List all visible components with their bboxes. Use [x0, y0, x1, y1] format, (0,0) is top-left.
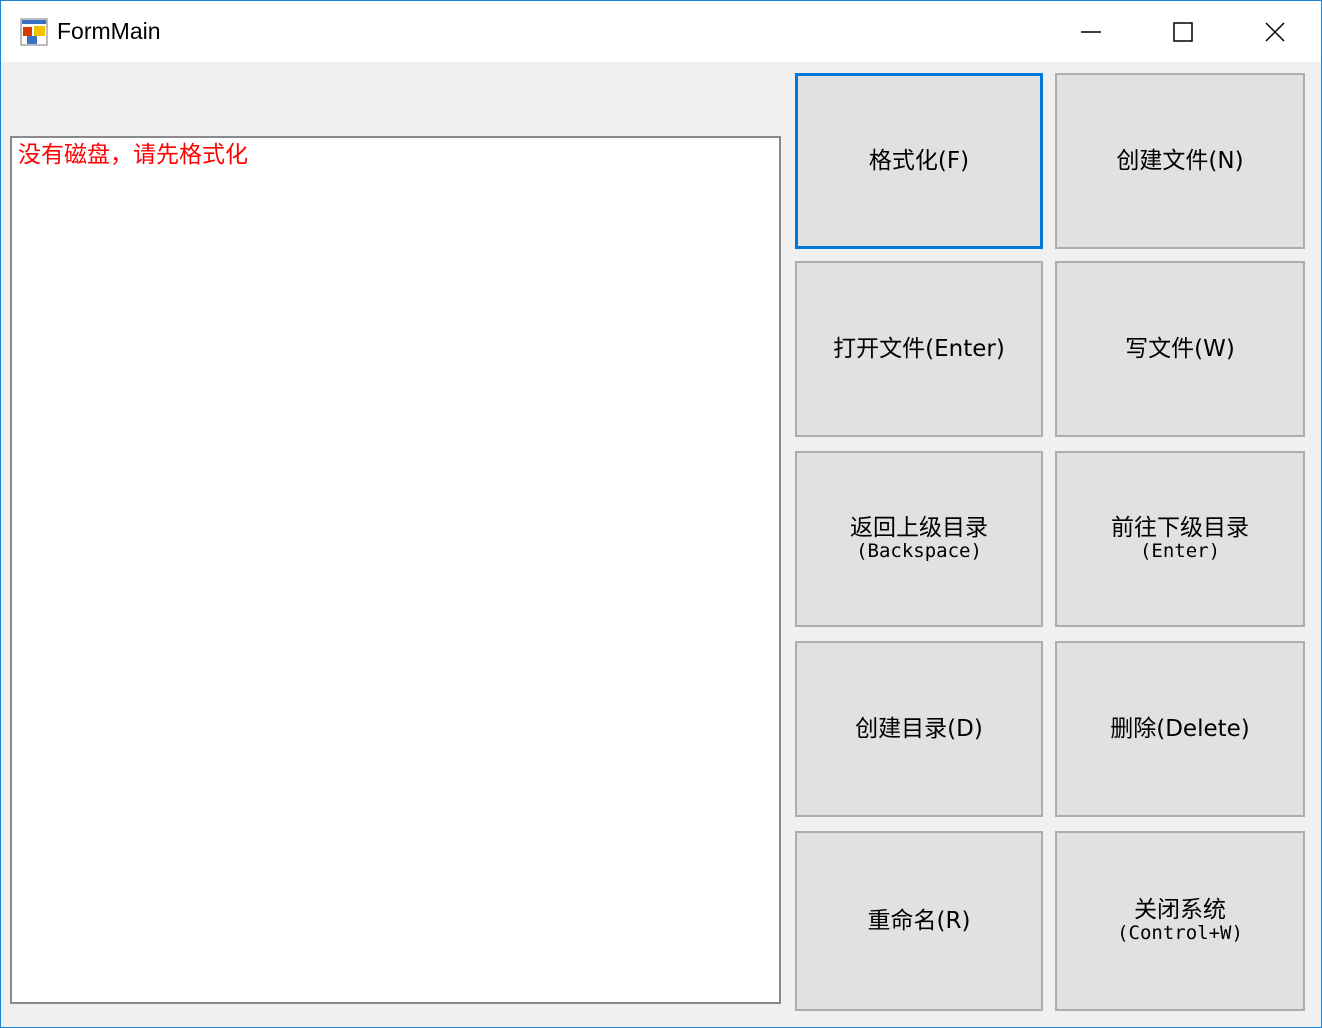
- close-system-button[interactable]: 关闭系统 (Control+W): [1055, 831, 1305, 1011]
- go-down-directory-label: 前往下级目录: [1111, 515, 1249, 541]
- go-up-directory-label: 返回上级目录: [850, 515, 988, 541]
- rename-button-label: 重命名(R): [867, 908, 971, 934]
- go-down-directory-shortcut: (Enter): [1139, 540, 1221, 562]
- write-file-button[interactable]: 写文件(W): [1055, 261, 1305, 437]
- windows-form-icon: [20, 18, 48, 46]
- minimize-icon: [1081, 30, 1101, 33]
- create-directory-button-label: 创建目录(D): [855, 716, 983, 742]
- output-textbox[interactable]: 没有磁盘，请先格式化: [10, 136, 781, 1004]
- window-title: FormMain: [57, 18, 161, 44]
- close-system-label: 关闭系统: [1134, 897, 1226, 923]
- delete-button[interactable]: 删除(Delete): [1055, 641, 1305, 817]
- maximize-icon: [1173, 21, 1193, 42]
- format-button[interactable]: 格式化(F): [795, 73, 1043, 249]
- create-file-button-label: 创建文件(N): [1116, 148, 1244, 174]
- write-file-button-label: 写文件(W): [1125, 336, 1235, 362]
- maximize-button[interactable]: [1137, 1, 1229, 62]
- go-up-directory-shortcut: (Backspace): [856, 540, 982, 562]
- delete-button-label: 删除(Delete): [1110, 716, 1250, 742]
- status-message: 没有磁盘，请先格式化: [18, 142, 248, 168]
- main-window: FormMain 没有磁盘，请先格式化 格式化(F) 创建文件(N) 打开文件(…: [0, 0, 1322, 1028]
- format-button-label: 格式化(F): [868, 148, 970, 174]
- title-bar[interactable]: FormMain: [1, 1, 1321, 62]
- open-file-button[interactable]: 打开文件(Enter): [795, 261, 1043, 437]
- close-button[interactable]: [1229, 1, 1321, 62]
- create-directory-button[interactable]: 创建目录(D): [795, 641, 1043, 817]
- close-icon: [1265, 21, 1285, 42]
- minimize-button[interactable]: [1045, 1, 1137, 62]
- go-up-directory-button[interactable]: 返回上级目录 (Backspace): [795, 451, 1043, 627]
- rename-button[interactable]: 重命名(R): [795, 831, 1043, 1011]
- open-file-button-label: 打开文件(Enter): [833, 336, 1005, 362]
- create-file-button[interactable]: 创建文件(N): [1055, 73, 1305, 249]
- close-system-shortcut: (Control+W): [1117, 922, 1243, 944]
- go-down-directory-button[interactable]: 前往下级目录 (Enter): [1055, 451, 1305, 627]
